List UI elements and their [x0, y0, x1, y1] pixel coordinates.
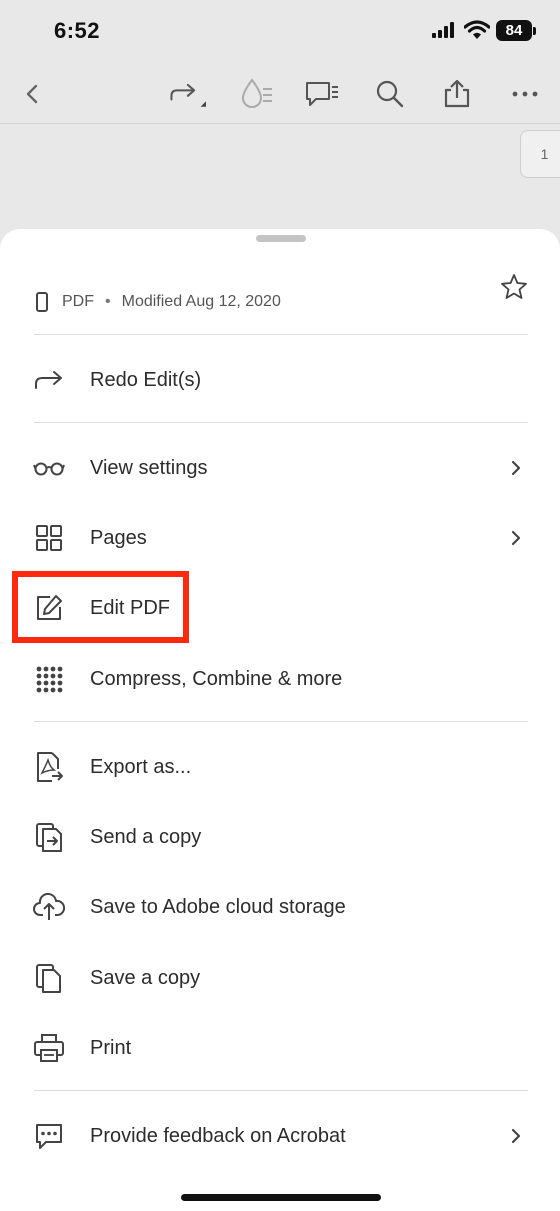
apps-grid-icon: [32, 662, 66, 696]
menu-pages[interactable]: Pages: [0, 508, 560, 568]
signal-icon: [432, 22, 456, 38]
star-icon[interactable]: [496, 269, 532, 305]
search-icon[interactable]: [370, 74, 410, 114]
feedback-icon: [32, 1119, 66, 1153]
export-pdf-icon: [32, 750, 66, 784]
redo-icon: [32, 363, 66, 397]
divider: [34, 422, 528, 423]
toolbar: [0, 62, 560, 124]
status-bar: 6:52 84: [0, 0, 560, 62]
menu-save-cloud[interactable]: Save to Adobe cloud storage: [0, 877, 560, 937]
share-icon[interactable]: [437, 74, 477, 114]
wifi-icon: [464, 20, 490, 40]
home-indicator: [181, 1194, 381, 1201]
menu-label: Print: [90, 1036, 132, 1059]
cloud-upload-icon: [32, 890, 66, 924]
menu-save-copy[interactable]: Save a copy: [0, 948, 560, 1008]
menu-provide-feedback[interactable]: Provide feedback on Acrobat: [0, 1106, 560, 1166]
menu-label: Compress, Combine & more: [90, 667, 343, 690]
file-modified: Modified Aug 12, 2020: [121, 293, 281, 310]
chevron-right-icon: [506, 456, 526, 480]
menu-label: View settings: [90, 456, 208, 479]
action-sheet: PDF • Modified Aug 12, 2020 Redo Edit(s): [0, 229, 560, 1211]
copy-file-icon: [32, 961, 66, 995]
battery-icon: 84: [496, 20, 532, 41]
menu-label: Export as...: [90, 755, 192, 778]
back-icon[interactable]: [12, 74, 52, 114]
menu-label: Send a copy: [90, 825, 202, 848]
chevron-right-icon: [506, 526, 526, 550]
menu-send-copy[interactable]: Send a copy: [0, 807, 560, 867]
menu-label: Provide feedback on Acrobat: [90, 1124, 346, 1147]
menu-label: Pages: [90, 526, 147, 549]
printer-icon: [32, 1031, 66, 1065]
more-icon[interactable]: [505, 74, 545, 114]
comment-icon[interactable]: [302, 74, 342, 114]
phone-icon: [34, 291, 50, 313]
menu-label: Redo Edit(s): [90, 368, 202, 391]
pages-grid-icon: [32, 521, 66, 555]
menu-view-settings[interactable]: View settings: [0, 438, 560, 498]
glasses-icon: [32, 451, 66, 485]
status-time: 6:52: [54, 18, 101, 43]
menu-compress-combine[interactable]: Compress, Combine & more: [0, 649, 560, 709]
ink-drop-icon[interactable]: [236, 74, 276, 114]
menu-label: Save to Adobe cloud storage: [90, 895, 346, 918]
menu-label: Save a copy: [90, 966, 201, 989]
divider: [34, 1090, 528, 1091]
edit-pdf-highlight: [12, 571, 189, 643]
page-number-tab[interactable]: 1: [520, 130, 560, 178]
menu-redo-edits[interactable]: Redo Edit(s): [0, 350, 560, 410]
divider: [34, 334, 528, 335]
file-info-separator: •: [105, 293, 111, 310]
sheet-grabber[interactable]: [256, 235, 306, 242]
file-info: PDF • Modified Aug 12, 2020: [34, 287, 281, 317]
battery-tip: [533, 27, 536, 35]
chevron-right-icon: [506, 1124, 526, 1148]
send-copy-icon: [32, 820, 66, 854]
divider: [34, 721, 528, 722]
menu-print[interactable]: Print: [0, 1018, 560, 1078]
file-type: PDF: [62, 293, 94, 310]
menu-export-as[interactable]: Export as...: [0, 737, 560, 797]
redo-icon[interactable]: [166, 74, 206, 114]
